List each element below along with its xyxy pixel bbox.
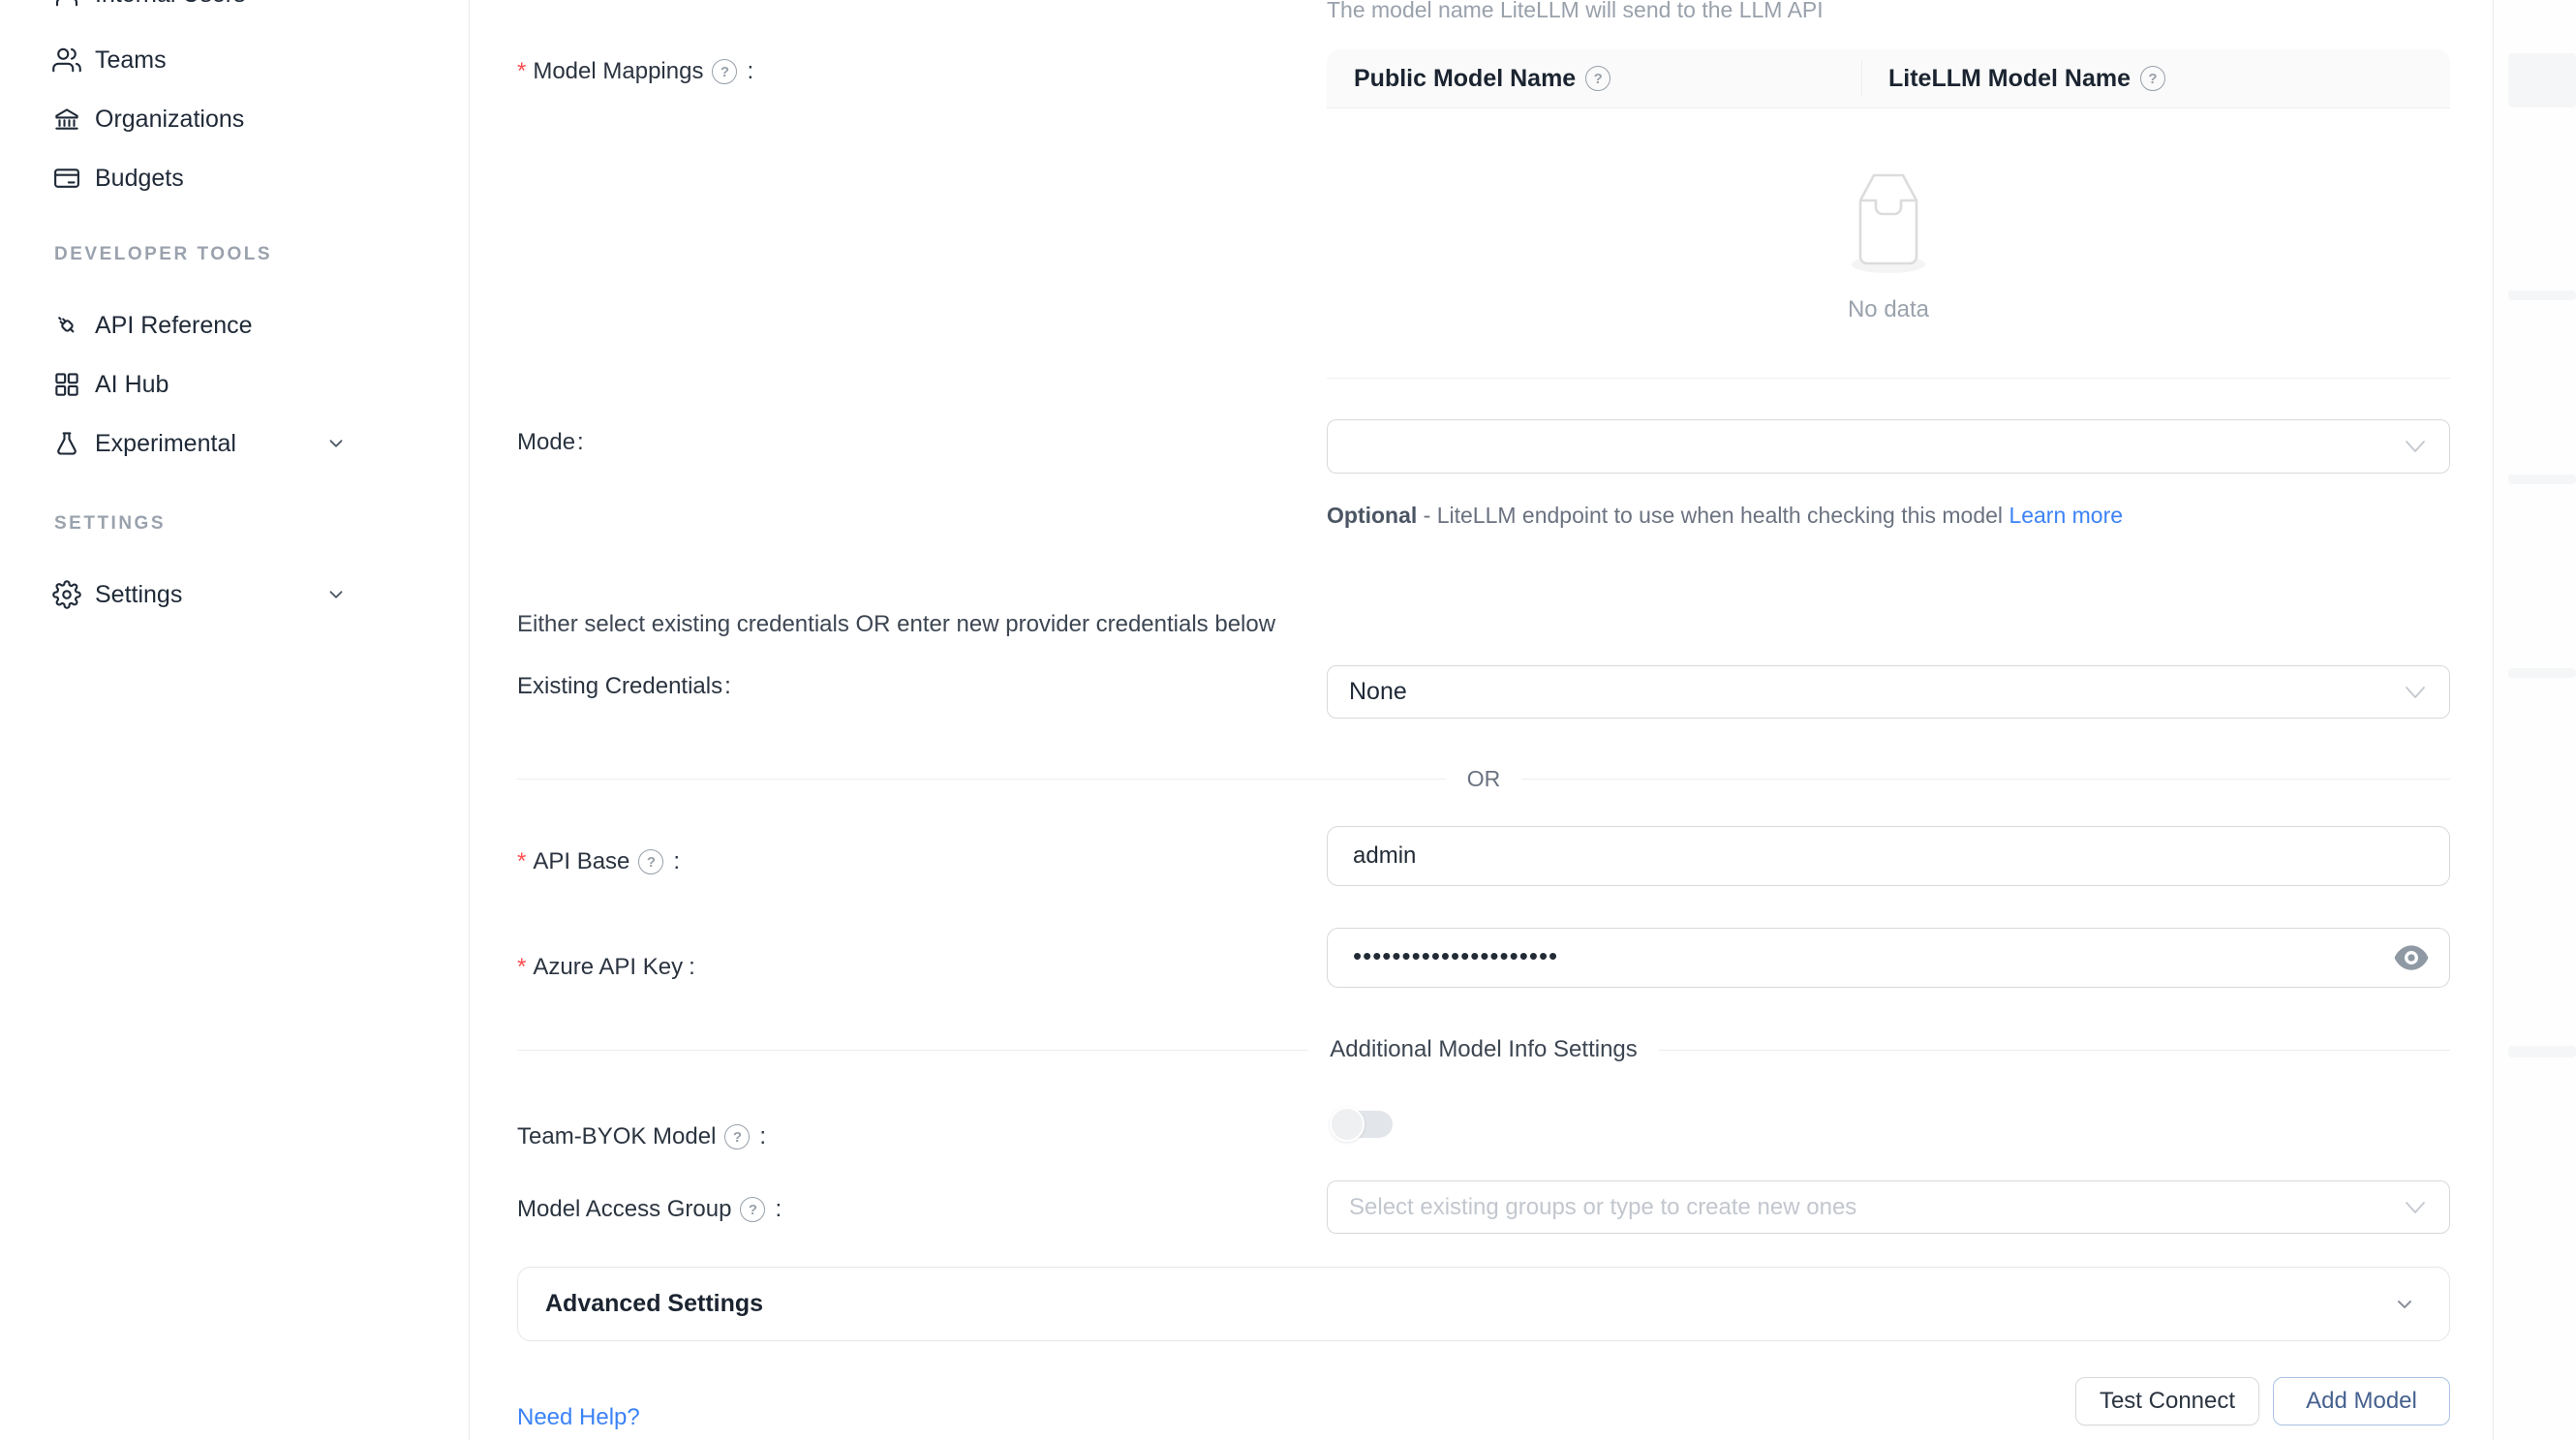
divider-line xyxy=(1521,779,2450,780)
advanced-settings-panel[interactable]: Advanced Settings xyxy=(517,1267,2450,1341)
sidebar-item-budgets[interactable]: Budgets xyxy=(0,151,469,205)
api-base-label: * API Base ? : xyxy=(517,848,680,875)
bank-icon xyxy=(52,105,81,134)
sidebar-item-label: Teams xyxy=(95,46,167,75)
background-fragment xyxy=(2508,668,2576,678)
help-circle-icon[interactable]: ? xyxy=(712,59,737,84)
help-circle-icon[interactable]: ? xyxy=(2140,66,2165,91)
add-model-button[interactable]: Add Model xyxy=(2273,1377,2450,1425)
grid-icon xyxy=(52,370,81,399)
help-circle-icon[interactable]: ? xyxy=(740,1197,765,1222)
additional-settings-divider-text: Additional Model Info Settings xyxy=(1330,1036,1638,1063)
advanced-settings-title: Advanced Settings xyxy=(545,1290,763,1318)
required-asterisk: * xyxy=(517,954,526,981)
mode-helper-text: Optional - LiteLLM endpoint to use when … xyxy=(1327,496,2218,535)
chevron-down-icon xyxy=(325,584,347,605)
user-icon xyxy=(52,0,81,9)
need-help-link[interactable]: Need Help? xyxy=(517,1404,640,1431)
sidebar-item-experimental[interactable]: Experimental xyxy=(0,416,469,471)
azure-api-key-input[interactable]: ••••••••••••••••••••• xyxy=(1327,928,2450,988)
divider-line xyxy=(517,779,1446,780)
sidebar-item-teams[interactable]: Teams xyxy=(0,33,469,87)
divider-line xyxy=(517,1050,1308,1051)
team-byok-label: Team-BYOK Model ? : xyxy=(517,1123,766,1150)
gear-icon xyxy=(52,580,81,609)
chevron-down-icon xyxy=(2393,1293,2416,1316)
sidebar-item-label: AI Hub xyxy=(95,371,169,399)
sidebar-item-label: Budgets xyxy=(95,165,184,193)
sidebar-item-label: Internal Users xyxy=(95,0,246,9)
api-base-value: admin xyxy=(1353,843,1416,870)
flask-icon xyxy=(52,429,81,458)
masked-api-key-value: ••••••••••••••••••••• xyxy=(1353,941,1558,971)
additional-settings-divider: Additional Model Info Settings xyxy=(517,1032,2450,1067)
mode-select[interactable] xyxy=(1327,419,2450,474)
help-circle-icon[interactable]: ? xyxy=(638,849,663,874)
test-connect-button[interactable]: Test Connect xyxy=(2075,1377,2259,1425)
mode-label: Mode: xyxy=(517,429,584,456)
credentials-note: Either select existing credentials OR en… xyxy=(517,611,1275,638)
column-header-litellm-model-name: LiteLLM Model Name ? xyxy=(1888,65,2173,93)
sidebar-item-label: Settings xyxy=(95,581,182,609)
credit-card-icon xyxy=(52,164,81,193)
add-model-form: The model name LiteLLM will send to the … xyxy=(469,0,2493,1440)
existing-credentials-label: Existing Credentials: xyxy=(517,673,731,700)
table-empty-state: No data xyxy=(1327,164,2450,323)
sidebar-item-api-reference[interactable]: API Reference xyxy=(0,298,469,352)
background-fragment xyxy=(2508,475,2576,484)
help-circle-icon[interactable]: ? xyxy=(1585,66,1610,91)
model-mappings-table: Public Model Name ? LiteLLM Model Name ? xyxy=(1327,49,2450,379)
sidebar-item-organizations[interactable]: Organizations xyxy=(0,92,469,146)
sidebar-item-settings[interactable]: Settings xyxy=(0,567,469,622)
chevron-down-icon xyxy=(2405,686,2426,699)
or-divider-text: OR xyxy=(1467,766,1501,792)
existing-credentials-select[interactable]: None xyxy=(1327,665,2450,719)
chevron-down-icon xyxy=(325,433,347,454)
sidebar-item-internal-users[interactable]: Internal Users xyxy=(0,0,469,21)
model-name-note: The model name LiteLLM will send to the … xyxy=(1327,0,1824,23)
users-icon xyxy=(52,46,81,75)
sidebar-item-ai-hub[interactable]: AI Hub xyxy=(0,357,469,412)
plug-icon xyxy=(52,311,81,340)
eye-icon[interactable] xyxy=(2393,943,2430,972)
learn-more-link[interactable]: Learn more xyxy=(2009,503,2123,528)
column-header-public-model-name: Public Model Name ? xyxy=(1354,65,1618,93)
empty-text: No data xyxy=(1848,296,1929,323)
add-model-page: Internal Users Teams Organizations Budge… xyxy=(0,0,2576,1440)
empty-inbox-icon xyxy=(1844,164,1933,283)
background-fragment xyxy=(2508,1046,2576,1057)
chevron-down-icon xyxy=(2405,1201,2426,1214)
sidebar-item-label: Organizations xyxy=(95,106,244,134)
required-asterisk: * xyxy=(517,58,526,85)
existing-credentials-value: None xyxy=(1349,678,1407,706)
azure-api-key-label: * Azure API Key : xyxy=(517,954,695,981)
sidebar-heading-settings: SETTINGS xyxy=(54,513,166,535)
team-byok-toggle[interactable] xyxy=(1333,1111,1393,1138)
api-base-input[interactable]: admin xyxy=(1327,826,2450,886)
background-fragment xyxy=(2508,291,2576,300)
model-access-group-label: Model Access Group ? : xyxy=(517,1196,782,1223)
column-divider xyxy=(1861,61,1862,96)
chevron-down-icon xyxy=(2405,440,2426,453)
required-asterisk: * xyxy=(517,848,526,875)
sidebar-heading-developer-tools: DEVELOPER TOOLS xyxy=(54,244,272,265)
background-behind-panel xyxy=(2494,0,2576,1440)
divider-line xyxy=(1659,1050,2450,1051)
sidebar-item-label: API Reference xyxy=(95,312,253,340)
help-circle-icon[interactable]: ? xyxy=(724,1124,750,1149)
model-mappings-label: * Model Mappings ? : xyxy=(517,58,753,85)
background-fragment xyxy=(2508,53,2576,106)
sidebar-item-label: Experimental xyxy=(95,430,236,458)
model-access-group-select[interactable]: Select existing groups or type to create… xyxy=(1327,1180,2450,1234)
model-access-group-placeholder: Select existing groups or type to create… xyxy=(1349,1194,1856,1221)
or-divider: OR xyxy=(517,764,2450,793)
table-header-row: Public Model Name ? LiteLLM Model Name ? xyxy=(1327,49,2450,108)
sidebar: Internal Users Teams Organizations Budge… xyxy=(0,0,470,1440)
toggle-knob xyxy=(1330,1107,1365,1142)
